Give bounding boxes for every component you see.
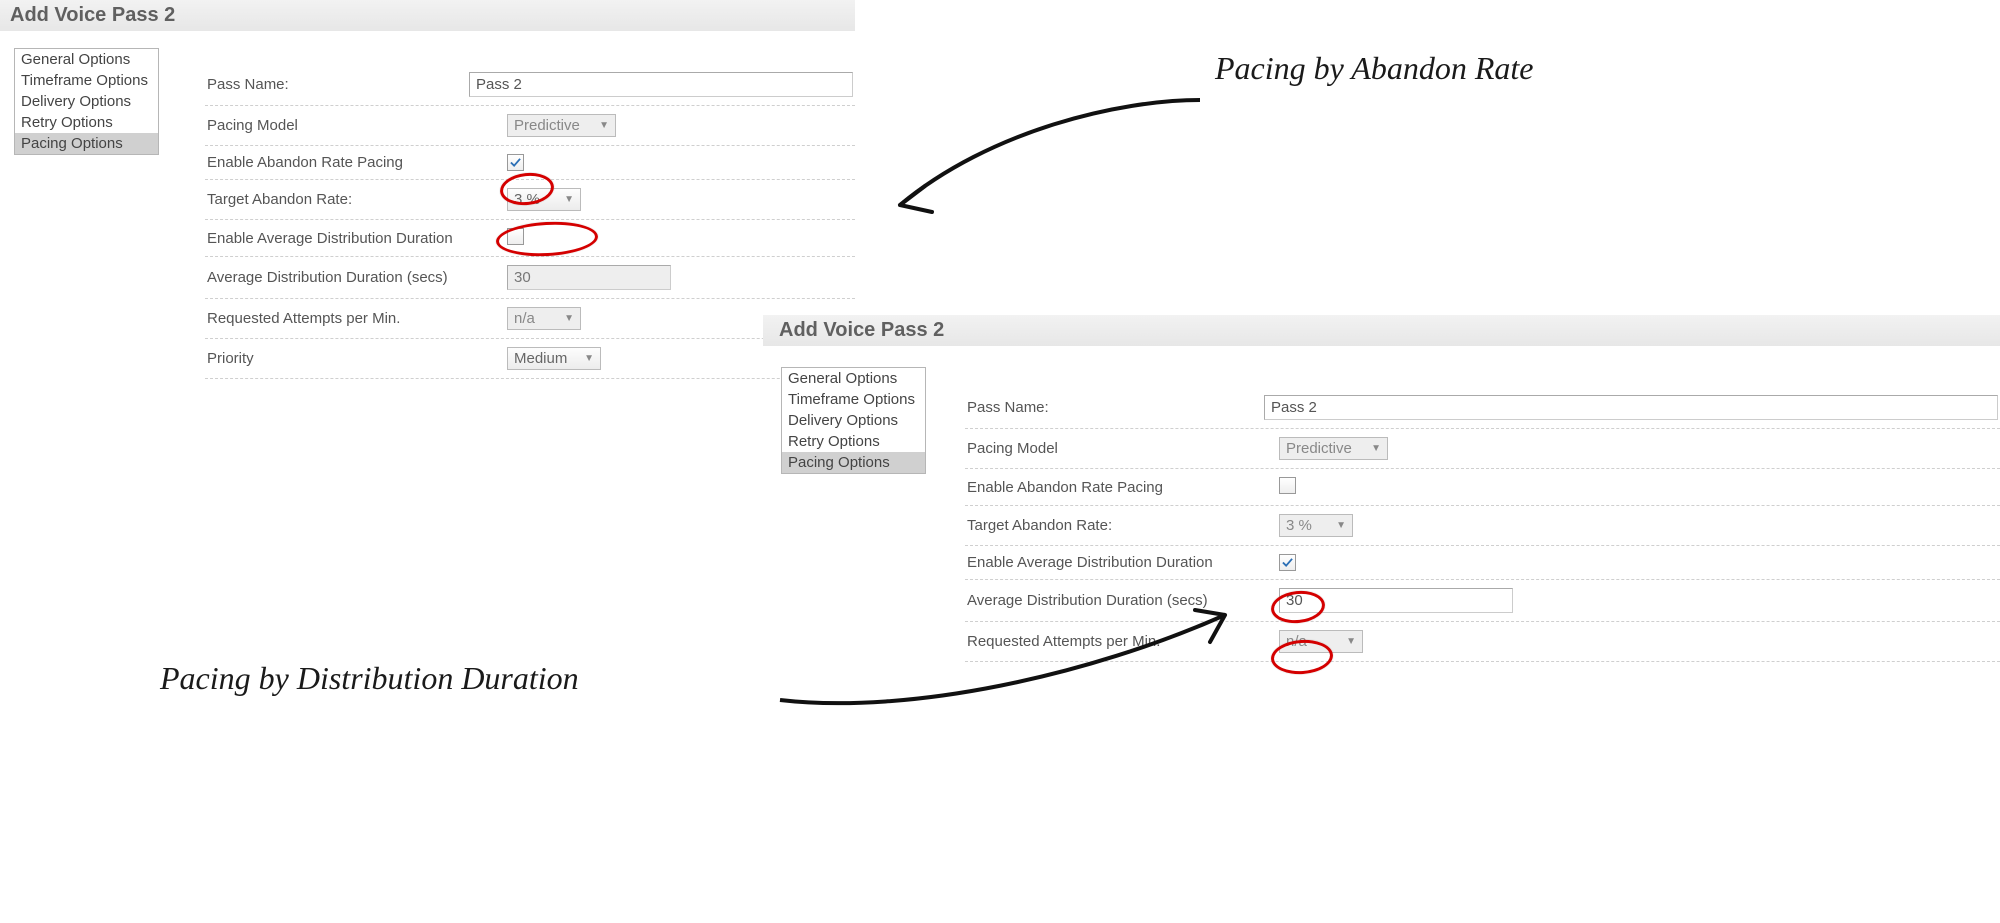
check-icon (1282, 557, 1293, 568)
sidebar-item-delivery[interactable]: Delivery Options (15, 91, 158, 112)
req-attempts-label: Requested Attempts per Min. (207, 310, 507, 327)
pass-name-input[interactable] (1264, 395, 1998, 420)
abandon-target-value: 3 % (514, 191, 540, 208)
caret-down-icon: ▼ (591, 120, 609, 131)
sidebar-item-timeframe[interactable]: Timeframe Options (15, 70, 158, 91)
pacing-model-select[interactable]: Predictive ▼ (507, 114, 616, 137)
dist-enable-checkbox[interactable] (1279, 554, 1296, 571)
req-attempts-select[interactable]: n/a ▼ (1279, 630, 1363, 653)
dist-dur-label: Average Distribution Duration (secs) (967, 592, 1279, 609)
abandon-enable-checkbox[interactable] (1279, 477, 1296, 494)
sidebar-item-label: Retry Options (21, 114, 113, 131)
dist-enable-checkbox[interactable] (507, 228, 524, 245)
sidebar-item-label: Pacing Options (788, 454, 890, 471)
abandon-target-select[interactable]: 3 % ▼ (507, 188, 581, 211)
dialog-title: Add Voice Pass 2 (0, 0, 855, 31)
sidebar-item-timeframe[interactable]: Timeframe Options (782, 389, 925, 410)
sidebar-item-general[interactable]: General Options (782, 368, 925, 389)
sidebar: General Options Timeframe Options Delive… (781, 367, 926, 474)
sidebar-item-label: Pacing Options (21, 135, 123, 152)
check-icon (510, 157, 521, 168)
priority-value: Medium (514, 350, 567, 367)
sidebar-item-pacing[interactable]: Pacing Options (15, 133, 158, 154)
form-area: Pass Name: Pacing Model Predictive ▼ Ena… (205, 64, 855, 379)
pass-name-label: Pass Name: (207, 76, 469, 93)
priority-select[interactable]: Medium ▼ (507, 347, 601, 370)
abandon-enable-checkbox[interactable] (507, 154, 524, 171)
sidebar-item-label: Timeframe Options (21, 72, 148, 89)
req-attempts-label: Requested Attempts per Min. (967, 633, 1279, 650)
caret-down-icon: ▼ (1328, 520, 1346, 531)
sidebar-item-general[interactable]: General Options (15, 49, 158, 70)
dist-enable-label: Enable Average Distribution Duration (967, 554, 1279, 571)
sidebar-item-label: Delivery Options (21, 93, 131, 110)
sidebar-item-pacing[interactable]: Pacing Options (782, 452, 925, 473)
sidebar-item-label: General Options (21, 51, 130, 68)
caret-down-icon: ▼ (556, 194, 574, 205)
caret-down-icon: ▼ (556, 313, 574, 324)
sidebar-item-label: Retry Options (788, 433, 880, 450)
caret-down-icon: ▼ (1363, 443, 1381, 454)
dist-dur-input[interactable] (507, 265, 671, 290)
pacing-model-select[interactable]: Predictive ▼ (1279, 437, 1388, 460)
pass-name-label: Pass Name: (967, 399, 1264, 416)
dist-enable-label: Enable Average Distribution Duration (207, 230, 507, 247)
dialog-title: Add Voice Pass 2 (763, 315, 2000, 346)
dialog-distribution-pacing: Add Voice Pass 2 General Options Timefra… (763, 315, 2000, 346)
pacing-model-label: Pacing Model (207, 117, 507, 134)
req-attempts-value: n/a (514, 310, 535, 327)
abandon-target-label: Target Abandon Rate: (207, 191, 507, 208)
sidebar-item-retry[interactable]: Retry Options (15, 112, 158, 133)
annotation-abandon: Pacing by Abandon Rate (1215, 50, 1533, 87)
abandon-target-label: Target Abandon Rate: (967, 517, 1279, 534)
caret-down-icon: ▼ (1338, 636, 1356, 647)
sidebar-item-delivery[interactable]: Delivery Options (782, 410, 925, 431)
req-attempts-value: n/a (1286, 633, 1307, 650)
sidebar-item-label: Delivery Options (788, 412, 898, 429)
priority-label: Priority (207, 350, 507, 367)
form-area: Pass Name: Pacing Model Predictive ▼ Ena… (965, 387, 2000, 662)
abandon-enable-label: Enable Abandon Rate Pacing (207, 154, 507, 171)
caret-down-icon: ▼ (576, 353, 594, 364)
sidebar-item-label: General Options (788, 370, 897, 387)
sidebar: General Options Timeframe Options Delive… (14, 48, 159, 155)
sidebar-item-retry[interactable]: Retry Options (782, 431, 925, 452)
abandon-target-value: 3 % (1286, 517, 1312, 534)
pacing-model-label: Pacing Model (967, 440, 1279, 457)
dist-dur-input[interactable] (1279, 588, 1513, 613)
annotation-distribution: Pacing by Distribution Duration (160, 660, 579, 697)
abandon-target-select[interactable]: 3 % ▼ (1279, 514, 1353, 537)
sidebar-item-label: Timeframe Options (788, 391, 915, 408)
pacing-model-value: Predictive (514, 117, 580, 134)
abandon-enable-label: Enable Abandon Rate Pacing (967, 479, 1279, 496)
dialog-abandon-pacing: Add Voice Pass 2 General Options Timefra… (0, 0, 855, 31)
arrow-icon (870, 90, 1210, 240)
req-attempts-select[interactable]: n/a ▼ (507, 307, 581, 330)
pacing-model-value: Predictive (1286, 440, 1352, 457)
pass-name-input[interactable] (469, 72, 853, 97)
dist-dur-label: Average Distribution Duration (secs) (207, 269, 507, 286)
